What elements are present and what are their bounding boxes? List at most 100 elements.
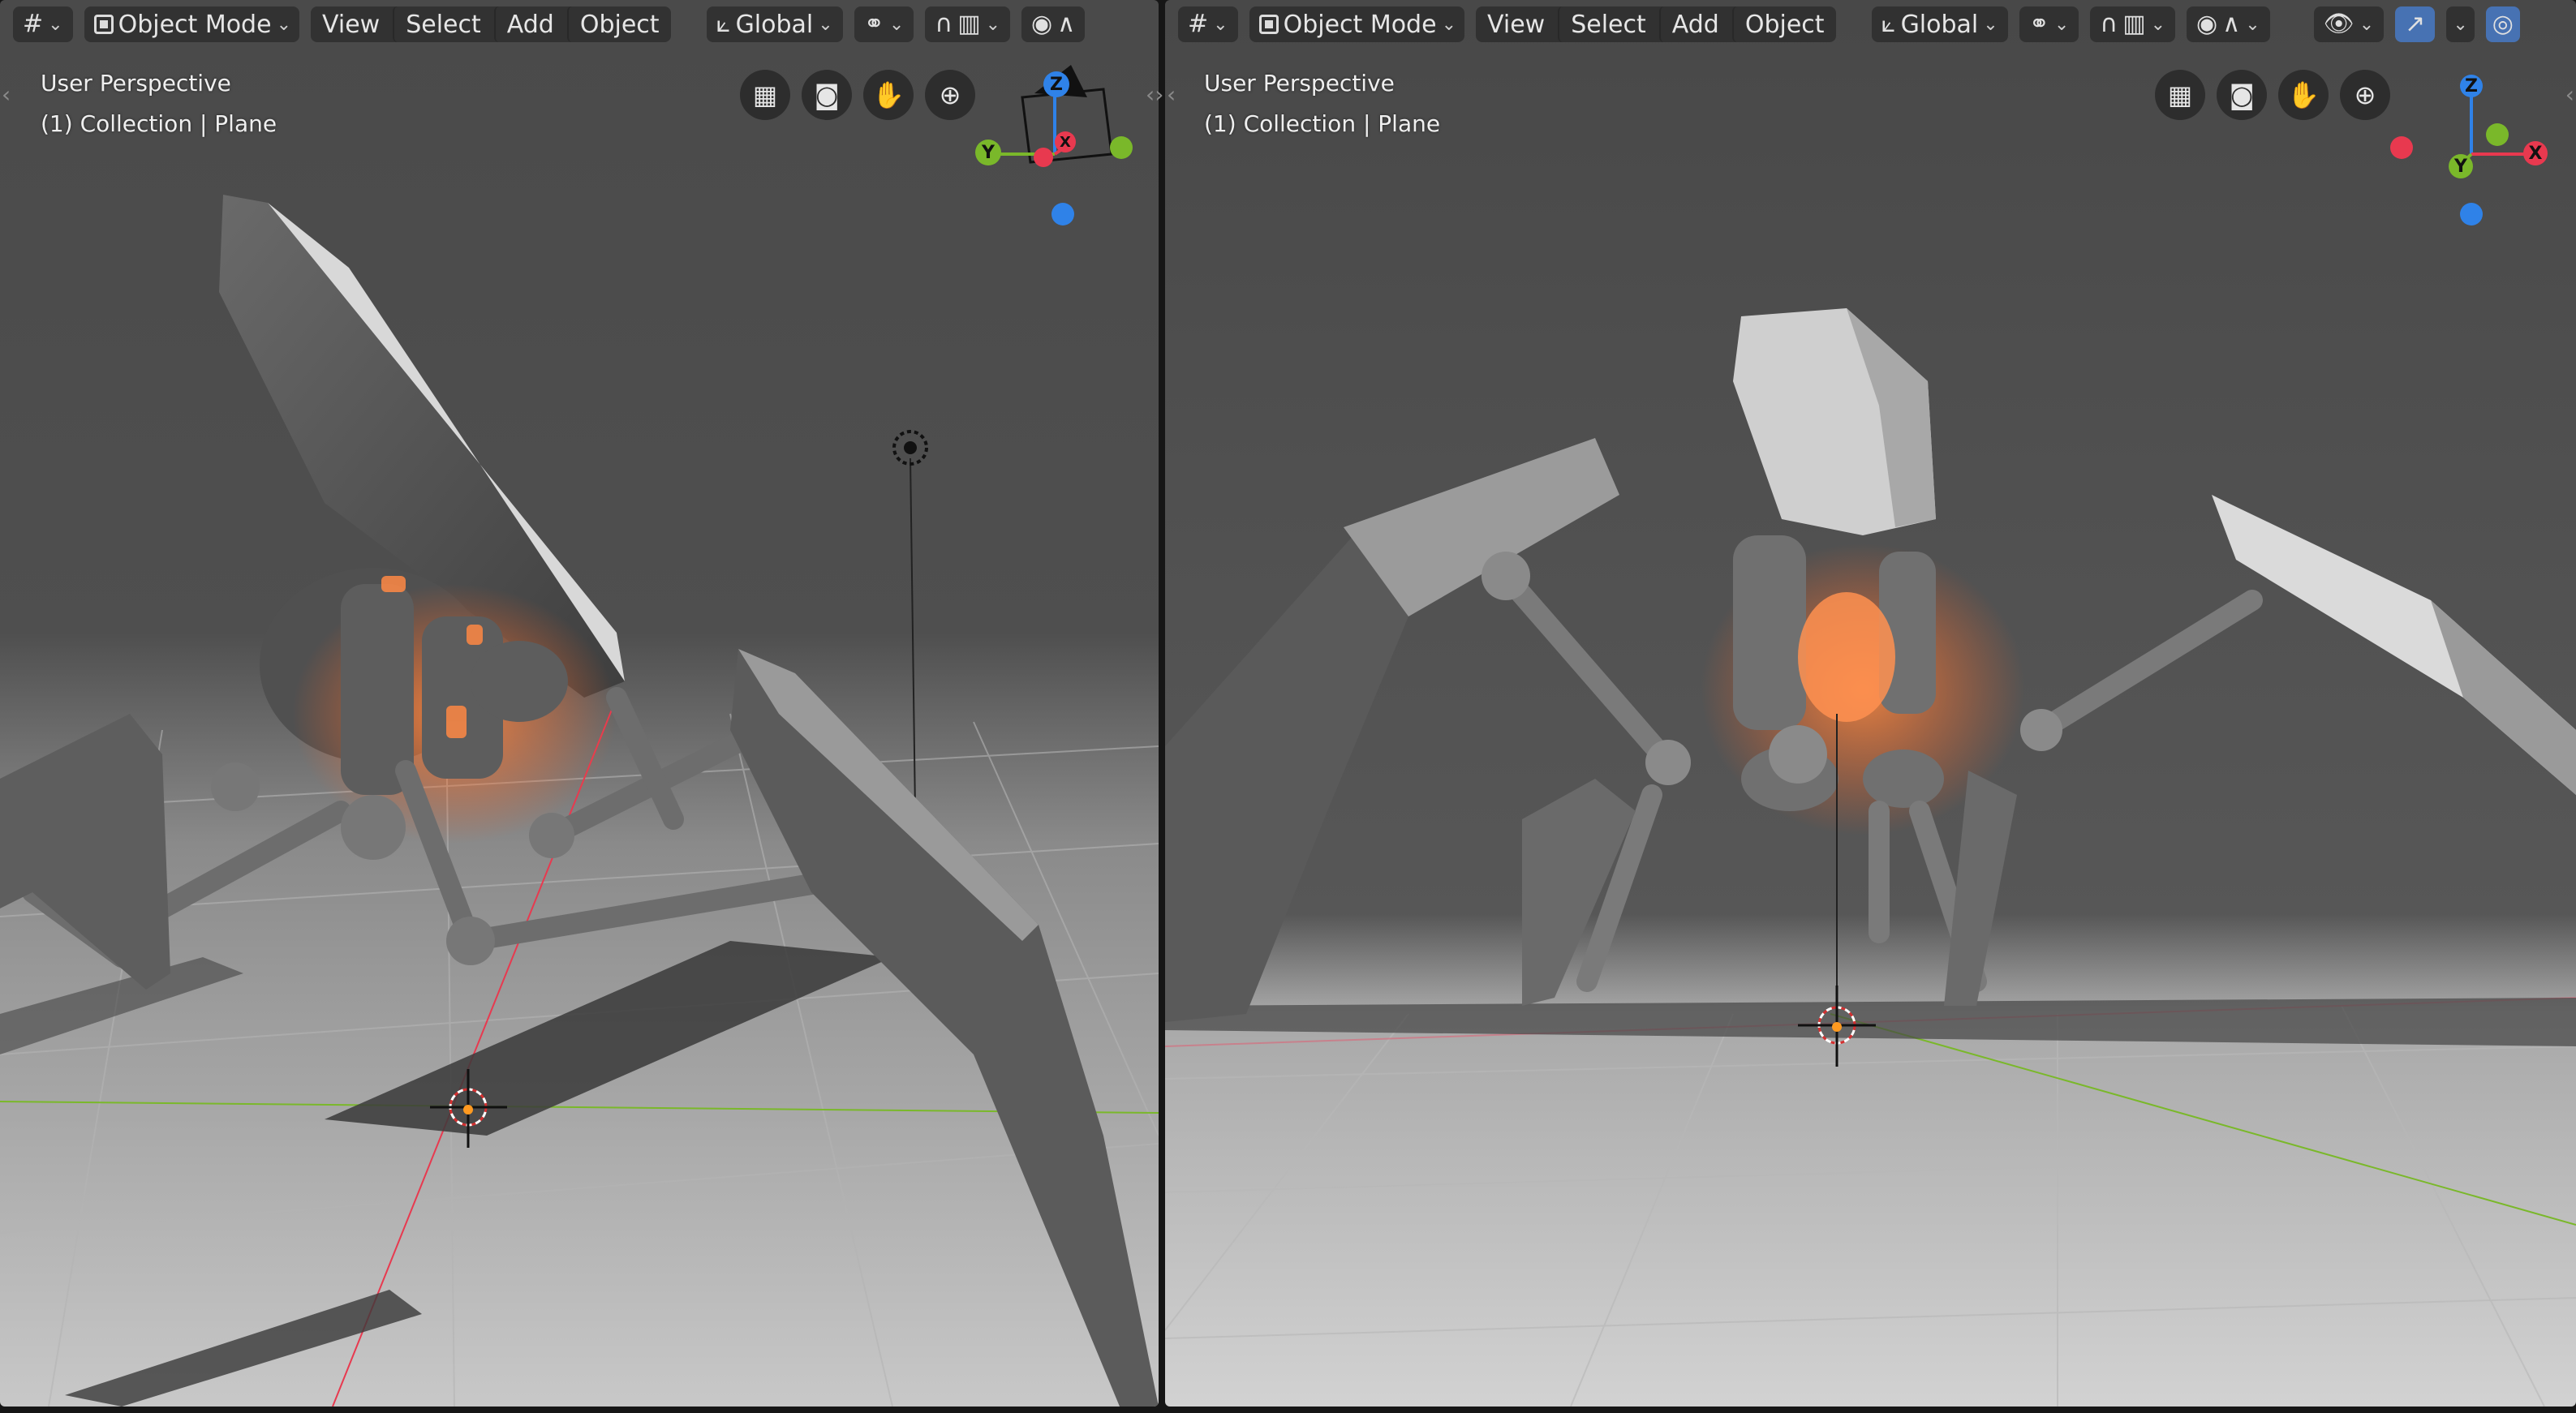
pivot-point-dropdown[interactable]: ⚭ ⌄ [2019,6,2079,42]
toolbar-expand-arrow[interactable]: ‹ [2,81,11,108]
gizmo-neg-x-dot[interactable] [2390,136,2413,159]
zoom-icon: ⊕ [2354,79,2376,110]
view-name: User Perspective [41,70,231,97]
pan-view-button[interactable]: ✋ [863,70,914,120]
viewport-left[interactable]: # ⌄ Object Mode ⌄ View Select Add Object… [0,0,1159,1407]
collection-info: (1) Collection | Plane [1204,110,1441,137]
menu-add[interactable]: Add [493,6,566,42]
proportional-editing-group[interactable]: ◉ ∧ [1021,6,1086,42]
menu-view[interactable]: View [1476,6,1556,42]
snap-target-icon[interactable]: ▥ [957,12,980,37]
sidebar-expand-arrow[interactable]: ‹ [2565,81,2574,108]
overlays-toggle-button[interactable]: ◎ [2485,6,2520,42]
transform-orientation-dropdown[interactable]: ⟀ Global ⌄ [1871,6,2008,42]
gizmo-x-axis[interactable]: X [2523,141,2548,165]
zoom-view-button[interactable]: ⊕ [2340,70,2390,120]
chevron-down-icon: ⌄ [1441,14,1456,35]
gizmo-x-axis[interactable]: X [1055,131,1076,152]
gizmo-z-axis[interactable]: Z [2460,75,2483,97]
gizmo-neg-y-dot[interactable] [2486,123,2509,146]
pan-view-button[interactable]: ✋ [2278,70,2329,120]
link-icon: ⚭ [863,10,884,38]
gizmo-y-axis[interactable]: Y [975,140,1001,165]
proportional-editing-group[interactable]: ◉ ∧ ⌄ [2187,6,2270,42]
chevron-down-icon: ⌄ [1983,14,1998,35]
zoom-icon: ⊕ [939,79,961,110]
hand-icon: ✋ [872,79,905,110]
menu-select[interactable]: Select [1558,6,1658,42]
orientation-axes-icon: ⟀ [716,10,731,38]
object-mode-dropdown[interactable]: Object Mode ⌄ [1249,6,1464,42]
object-mode-dropdown[interactable]: Object Mode ⌄ [84,6,299,42]
proportional-edit-icon[interactable]: ◉ [1031,12,1052,37]
snapping-group[interactable]: ∩ ▥ ⌄ [2090,6,2176,42]
camera-icon: ◙ [2229,79,2255,110]
mode-label: Object Mode [118,10,272,39]
view-name: User Perspective [1204,70,1395,97]
viewport-right-navbar: ▦ ◙ ✋ ⊕ [2155,70,2390,120]
chevron-down-icon: ⌄ [1213,14,1228,35]
falloff-curve-icon[interactable]: ∧ [2222,12,2240,37]
menu-object[interactable]: Object [1731,6,1836,42]
viewport-right-scene [1165,0,2576,1407]
viewport-left-navbar: ▦ ◙ ✋ ⊕ [740,70,975,120]
gizmo-toggle-button[interactable]: ↗ [2395,6,2436,42]
blender-app: # ⌄ Object Mode ⌄ View Select Add Object… [0,0,2576,1413]
object-mode-icon [93,15,114,34]
transform-orientation-dropdown[interactable]: ⟀ Global ⌄ [706,6,843,42]
hand-icon: ✋ [2287,79,2320,110]
menu-view[interactable]: View [311,6,391,42]
gizmo-y-axis[interactable]: Y [2449,154,2473,178]
grid-persp-icon: ▦ [752,79,778,110]
menu-object[interactable]: Object [566,6,671,42]
viewport-left-header: # ⌄ Object Mode ⌄ View Select Add Object… [0,0,1159,49]
chevron-down-icon: ⌄ [276,14,291,35]
grid-persp-icon: ▦ [2167,79,2193,110]
grid-editor-icon: # [1188,10,1209,38]
camera-view-button[interactable]: ◙ [2217,70,2267,120]
gizmo-neg-x-dot[interactable] [1034,148,1053,167]
chevron-down-icon: ⌄ [818,14,833,35]
editor-type-button[interactable]: # ⌄ [13,6,73,42]
chevron-down-icon: ⌄ [888,14,905,35]
proportional-edit-icon[interactable]: ◉ [2196,12,2217,37]
menu-select[interactable]: Select [393,6,492,42]
orientation-label: Global [1900,10,1979,39]
orientation-label: Global [735,10,814,39]
object-mode-icon [1258,15,1279,34]
chevron-down-icon: ⌄ [2359,14,2375,35]
visibility-dropdown[interactable]: 👁 ⌄ [2313,6,2385,42]
magnet-icon[interactable]: ∩ [2100,12,2118,37]
chevron-down-icon: ⌄ [2150,14,2166,35]
gizmo-neg-y-dot[interactable] [1110,136,1133,159]
viewport-right-header: # ⌄ Object Mode ⌄ View Select Add Object… [1165,0,2576,49]
magnet-icon[interactable]: ∩ [935,12,953,37]
viewport-right[interactable]: # ⌄ Object Mode ⌄ View Select Add Object… [1165,0,2576,1407]
toggle-ortho-button[interactable]: ▦ [2155,70,2205,120]
chevron-down-icon: ⌄ [48,14,63,35]
menu-add[interactable]: Add [1658,6,1731,42]
pivot-point-dropdown[interactable]: ⚭ ⌄ [854,6,914,42]
chevron-down-icon: ⌄ [2453,14,2468,35]
chevron-down-icon: ⌄ [2053,14,2070,35]
header-menus: View Select Add Object [311,6,671,42]
editor-type-button[interactable]: # ⌄ [1178,6,1238,42]
collection-info: (1) Collection | Plane [41,110,277,137]
grid-editor-icon: # [23,10,44,38]
falloff-curve-icon[interactable]: ∧ [1057,12,1075,37]
header-menus: View Select Add Object [1476,6,1836,42]
navigation-gizmo[interactable]: Z Y X [2390,65,2561,235]
snap-target-icon[interactable]: ▥ [2122,12,2145,37]
navigation-gizmo[interactable]: Z Y X [965,49,1152,235]
eye-icon: 👁 [2323,10,2355,38]
gizmo-dropdown[interactable]: ⌄ [2446,6,2475,42]
gizmo-arrow-icon: ↗ [2405,10,2426,38]
toolbar-expand-arrow[interactable]: ‹ [1167,81,1176,108]
area-divider-arrows[interactable]: ‹› [1146,81,1163,108]
toggle-ortho-button[interactable]: ▦ [740,70,790,120]
snapping-group[interactable]: ∩ ▥ ⌄ [925,6,1011,42]
gizmo-neg-z-dot[interactable] [2460,203,2483,225]
gizmo-z-axis[interactable]: Z [1043,71,1069,97]
gizmo-neg-z-dot[interactable] [1051,203,1074,225]
camera-view-button[interactable]: ◙ [802,70,852,120]
